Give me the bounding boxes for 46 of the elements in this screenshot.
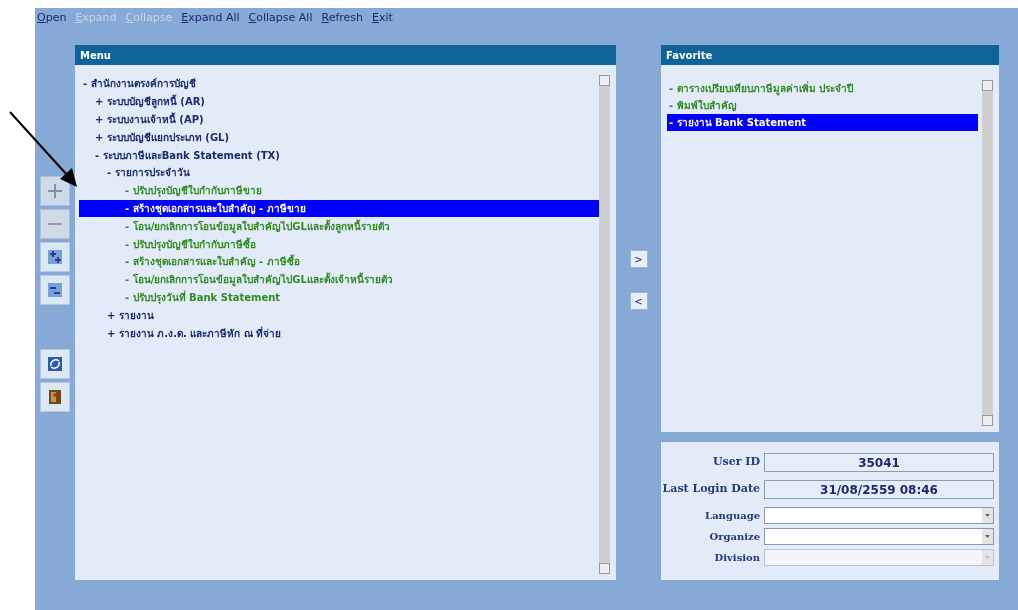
refresh-icon — [45, 354, 65, 374]
expand-all-icon — [45, 247, 65, 267]
field-label: Organize — [708, 530, 761, 544]
panel-title: Favorite — [661, 45, 999, 65]
toolbar-button[interactable] — [40, 382, 70, 412]
field-label: User ID — [711, 454, 761, 471]
toolbar-button[interactable] — [40, 275, 70, 305]
field-label: Last Login Date — [661, 481, 761, 498]
tree-folder[interactable]: + รายงาน ภ.ง.ด. และภาษีหัก ณ ที่จ่าย — [79, 324, 599, 342]
menu-item[interactable]: Collapse All — [248, 9, 313, 27]
tree-item[interactable]: - ปรับปรุงบัญชีใบกำกับภาษีซื้อ — [79, 235, 599, 253]
tree-item[interactable]: - โอน/ยกเลิกการโอนข้อมูลใบสำคัญไปGLและตั้งเจ้าหนี้รายตัว — [79, 270, 599, 289]
field-label: Division — [713, 551, 761, 565]
panel-title: Menu — [75, 45, 616, 65]
value-field: 35041 — [764, 453, 994, 472]
field-label: Language — [704, 509, 761, 523]
tree-item[interactable]: - โอน/ยกเลิกการโอนข้อมูลใบสำคัญไปGLและตั้งลูกหนี้รายตัว — [79, 217, 599, 236]
tree-item[interactable]: - ปรับปรุงวันที่ Bank Statement — [79, 288, 599, 307]
tree-folder[interactable]: + ระบบงานเจ้าหนี้ (AP) — [79, 110, 599, 129]
menu-item[interactable]: Refresh — [321, 9, 364, 27]
scrollbar[interactable] — [982, 80, 993, 426]
menu-item[interactable]: Open — [37, 9, 67, 27]
minus-icon — [48, 223, 62, 225]
plus-icon — [48, 184, 62, 198]
collapse-all-icon — [45, 280, 65, 300]
value-field: 31/08/2559 08:46 — [764, 480, 994, 499]
menu-item[interactable]: Exit — [372, 9, 393, 27]
transfer-button[interactable]: < — [629, 292, 648, 310]
dropdown-field[interactable] — [764, 528, 994, 545]
tree-folder[interactable]: + รายงาน — [79, 306, 599, 325]
dropdown-field[interactable] — [764, 507, 994, 524]
tree-folder[interactable]: + ระบบบัญชีลูกหนี้ (AR) — [79, 92, 599, 111]
tree-folder[interactable]: - สำนักงานตรงค์การบัญชี — [79, 75, 599, 93]
tree-folder[interactable]: + ระบบบัญชีแยกประเภท (GL) — [79, 128, 599, 147]
favorite-item[interactable]: - รายงาน Bank Statement — [667, 114, 978, 131]
tree-folder[interactable]: - รายการประจำวัน — [79, 164, 599, 182]
transfer-button[interactable]: > — [629, 250, 648, 268]
favorite-item[interactable]: - พิมพ์ใบสำคัญ — [667, 97, 978, 114]
toolbar-button[interactable] — [40, 242, 70, 272]
menu-item[interactable]: Expand All — [181, 9, 240, 27]
tree-item[interactable]: - สร้างชุดเอกสารและใบสำคัญ - ภาษีซื้อ — [79, 252, 599, 271]
tree-folder[interactable]: - ระบบภาษีและBank Statement (TX) — [79, 146, 599, 164]
favorite-item[interactable]: - ตารางเปรียบเทียบภาษีมูลค่าเพิ่ม ประจำปี — [667, 80, 978, 97]
tree-item[interactable]: - สร้างชุดเอกสารและใบสำคัญ - ภาษีขาย — [79, 199, 599, 218]
scrollbar[interactable] — [599, 75, 610, 574]
tree-item[interactable]: - ปรับปรุงบัญชีใบกำกับภาษีขาย — [79, 181, 599, 200]
